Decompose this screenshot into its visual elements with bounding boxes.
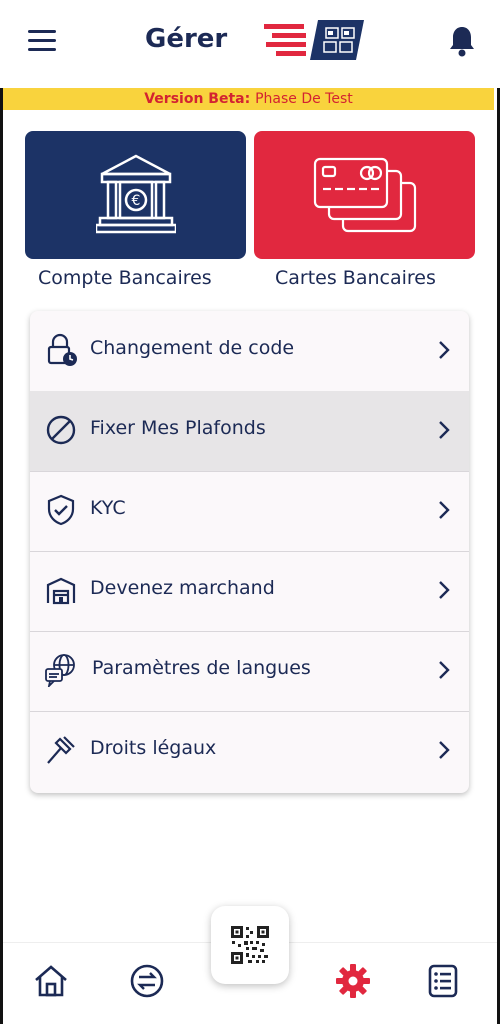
transfer-icon[interactable] — [128, 962, 166, 1000]
app-logo — [264, 20, 364, 60]
qr-scan-button[interactable] — [211, 906, 289, 984]
bank-cards-tile[interactable] — [254, 131, 475, 259]
bank-accounts-tile[interactable]: € — [25, 131, 246, 259]
beta-banner: Version Beta: Phase De Test — [3, 88, 494, 110]
menu-item-set-limits[interactable]: Fixer Mes Plafonds — [30, 391, 469, 472]
gear-icon[interactable] — [334, 962, 372, 1000]
qr-code-icon — [231, 926, 269, 964]
gavel-icon — [47, 736, 75, 764]
hamburger-menu-icon[interactable] — [28, 30, 56, 52]
home-icon[interactable] — [32, 962, 70, 1000]
block-icon — [46, 415, 76, 445]
menu-item-change-code[interactable]: Changement de code — [30, 311, 469, 392]
bank-accounts-label: Compte Bancaires — [38, 267, 212, 289]
cards-icon — [313, 157, 416, 233]
chevron-right-icon — [439, 741, 450, 759]
beta-text: Phase De Test — [255, 91, 353, 107]
svg-text:€: € — [131, 193, 140, 209]
bank-cards-label: Cartes Bancaires — [275, 267, 436, 289]
menu-item-label: Fixer Mes Plafonds — [90, 417, 266, 439]
beta-label: Version Beta: — [144, 91, 251, 107]
shield-check-icon — [47, 494, 75, 526]
chevron-right-icon — [439, 421, 450, 439]
menu-item-label: Changement de code — [90, 337, 295, 359]
notification-bell-icon[interactable] — [448, 25, 476, 57]
chevron-right-icon — [439, 501, 450, 519]
settings-menu: Changement de code Fixer Mes Plafonds KY… — [30, 311, 469, 793]
menu-item-label: Paramètres de langues — [92, 657, 311, 679]
menu-item-label: KYC — [90, 497, 126, 519]
menu-item-language-settings[interactable]: Paramètres de langues — [30, 631, 469, 712]
language-icon — [45, 654, 75, 687]
chevron-right-icon — [439, 661, 450, 679]
menu-item-legal-rights[interactable]: Droits légaux — [30, 711, 469, 791]
app-header: Gérer — [0, 0, 500, 88]
page-title: Gérer — [145, 24, 228, 54]
menu-item-become-merchant[interactable]: Devenez marchand — [30, 551, 469, 632]
menu-item-label: Droits légaux — [90, 737, 217, 759]
chevron-right-icon — [439, 581, 450, 599]
lock-clock-icon — [47, 333, 77, 366]
list-icon[interactable] — [424, 962, 462, 1000]
store-icon — [46, 577, 76, 605]
menu-item-kyc[interactable]: KYC — [30, 471, 469, 552]
menu-item-label: Devenez marchand — [90, 577, 275, 599]
bank-icon: € — [95, 154, 176, 234]
chevron-right-icon — [439, 341, 450, 359]
